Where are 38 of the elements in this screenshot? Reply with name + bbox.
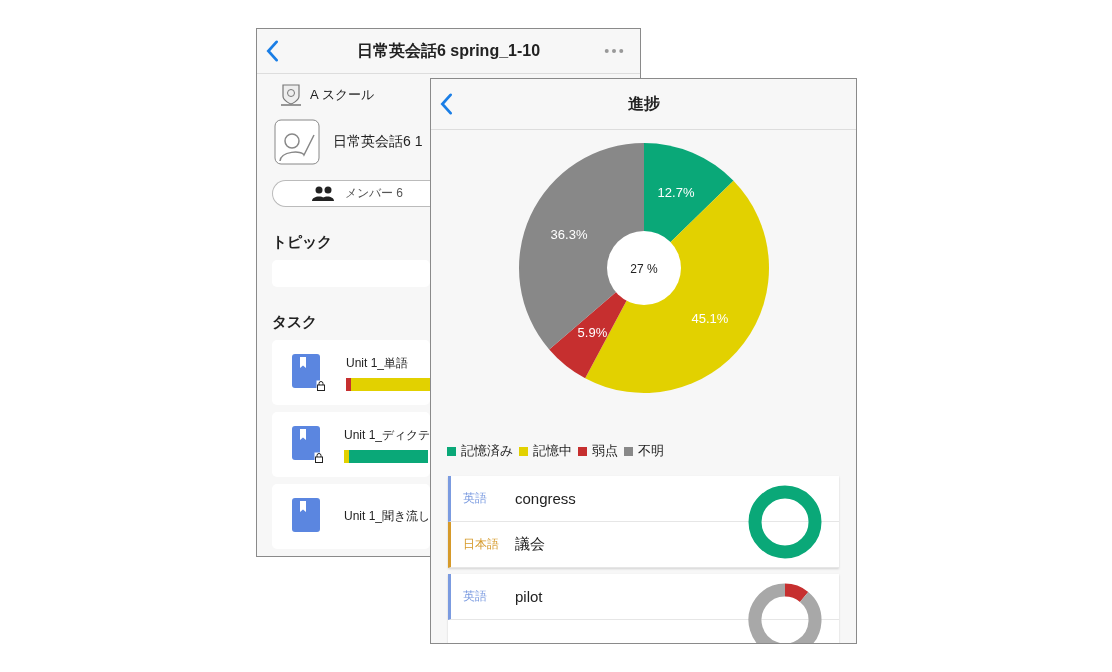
data-label: 12.7% bbox=[657, 185, 694, 200]
legend-label: 記憶済み bbox=[461, 442, 513, 460]
legend-label: 記憶中 bbox=[533, 442, 572, 460]
task-title: Unit 1_聞き流し bbox=[343, 508, 430, 525]
shield-icon bbox=[280, 83, 302, 107]
book-icon bbox=[292, 425, 320, 460]
task-title: Unit 1_単語 bbox=[346, 354, 410, 372]
back-icon[interactable] bbox=[265, 40, 279, 62]
section-heading: タスク bbox=[272, 313, 317, 332]
screen-title: 日常英会話6 spring_1-10 bbox=[356, 40, 541, 61]
task-title: Unit 1_ディクテ bbox=[343, 426, 430, 444]
book-icon bbox=[292, 497, 320, 532]
task-item[interactable]: Unit 1_単語 bbox=[272, 340, 430, 405]
screen-title: 進捗 bbox=[627, 93, 660, 114]
task-item[interactable]: Unit 1_聞き流し bbox=[272, 484, 430, 549]
back-icon[interactable] bbox=[439, 93, 453, 115]
section-heading: トピック bbox=[272, 233, 332, 253]
course-name: 日常英会話6 1 bbox=[333, 133, 423, 151]
data-label: 45.1% bbox=[691, 310, 728, 326]
members-button[interactable]: メンバー 6 bbox=[272, 180, 430, 208]
language-label: 日本語 bbox=[463, 536, 500, 553]
legend-label: 不明 bbox=[638, 442, 664, 460]
legend-label: 弱点 bbox=[592, 442, 618, 460]
more-icon[interactable] bbox=[604, 48, 624, 54]
word-text: pilot bbox=[515, 588, 543, 605]
center-label: 27 % bbox=[629, 262, 658, 276]
school-name: A スクール bbox=[310, 86, 374, 104]
people-icon bbox=[311, 185, 335, 202]
word-card[interactable]: 英語 pilot bbox=[448, 574, 839, 643]
language-label: 英語 bbox=[463, 588, 488, 605]
book-icon bbox=[292, 353, 320, 388]
word-text: congress bbox=[515, 490, 576, 507]
data-label: 5.9% bbox=[577, 325, 607, 341]
task-item[interactable]: Unit 1_ディクテ bbox=[272, 412, 430, 477]
word-text: 議会 bbox=[515, 535, 545, 554]
language-label: 英語 bbox=[463, 490, 488, 507]
data-label: 36.3% bbox=[550, 226, 587, 242]
teacher-icon bbox=[274, 119, 320, 165]
